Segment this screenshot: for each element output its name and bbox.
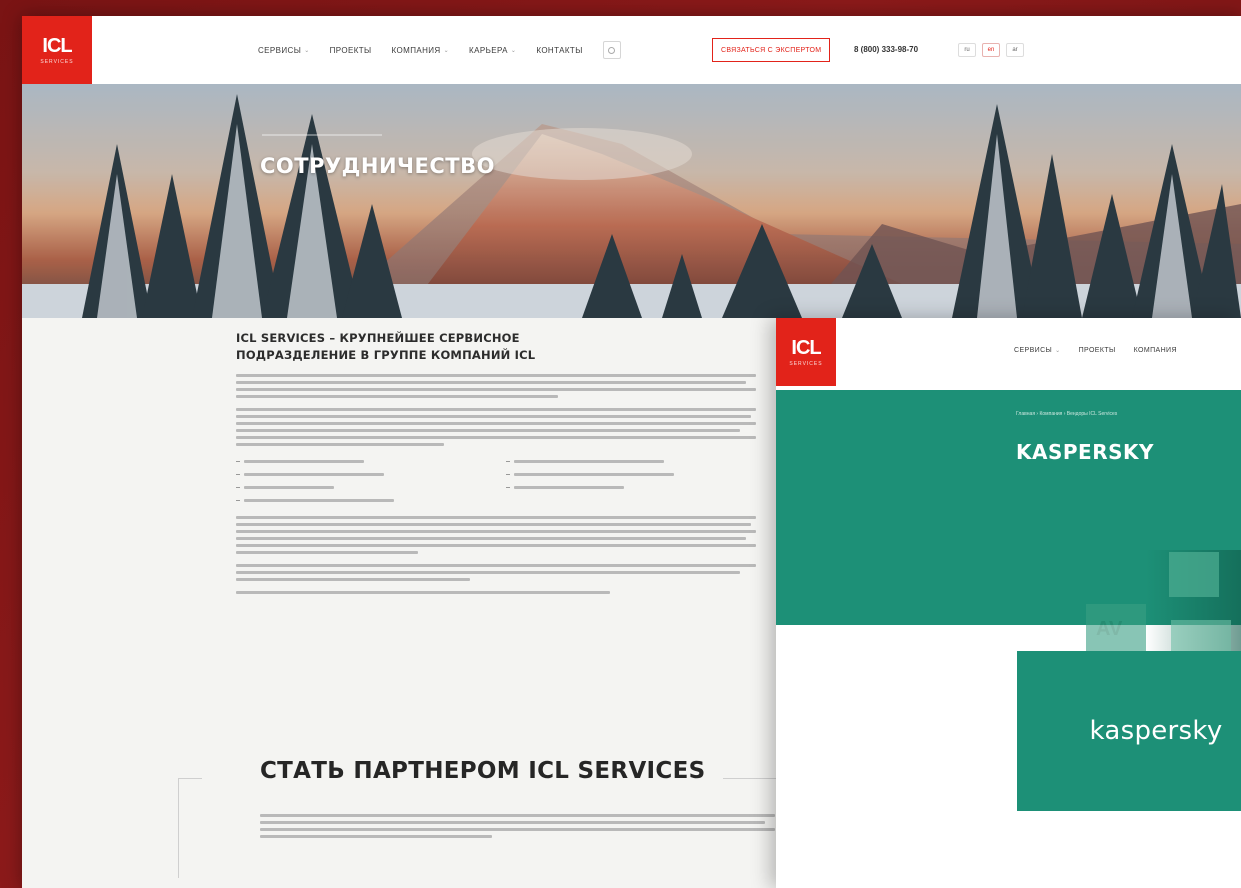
nav-label: КОМПАНИЯ bbox=[1133, 347, 1177, 354]
nav-item-company[interactable]: КОМПАНИЯ bbox=[1134, 347, 1177, 354]
page-title: СОТРУДНИЧЕСТВО bbox=[260, 154, 495, 178]
paragraph bbox=[236, 516, 756, 554]
nav-item-services[interactable]: СЕРВИСЫ ⌄ bbox=[1014, 347, 1061, 354]
paragraph bbox=[236, 408, 756, 446]
icl-logo[interactable]: ICL SERVICES bbox=[776, 318, 836, 386]
section-heading: ICL SERVICES – КРУПНЕЙШЕЕ СЕРВИСНОЕ ПОДР… bbox=[236, 330, 756, 364]
site-header: ICL SERVICES СЕРВИСЫ ⌄ ПРОЕКТЫ КОМПАНИЯ … bbox=[22, 16, 1241, 84]
list-item bbox=[506, 460, 756, 463]
logo-mark: ICL bbox=[42, 34, 72, 57]
list-item bbox=[506, 473, 756, 476]
vendor-hero-banner: AV bbox=[776, 390, 1241, 695]
list-item bbox=[236, 473, 486, 476]
nav-item-projects[interactable]: ПРОЕКТЫ bbox=[330, 46, 372, 55]
divider bbox=[723, 778, 778, 779]
bullet-list bbox=[236, 460, 756, 502]
nav-label: СЕРВИСЫ bbox=[258, 45, 302, 55]
search-icon bbox=[608, 46, 616, 54]
contact-expert-button[interactable]: СВЯЗАТЬСЯ С ЭКСПЕРТОМ bbox=[712, 38, 831, 62]
logo-subtitle: SERVICES bbox=[789, 360, 823, 367]
heading-line: ПОДРАЗДЕЛЕНИЕ В ГРУППЕ КОМПАНИЙ ICL bbox=[236, 348, 536, 362]
nav-item-services[interactable]: СЕРВИСЫ ⌄ bbox=[258, 46, 310, 55]
breadcrumb bbox=[262, 134, 382, 136]
list-item bbox=[506, 486, 756, 489]
chevron-down-icon: ⌄ bbox=[510, 47, 517, 54]
nav-item-projects[interactable]: ПРОЕКТЫ bbox=[1079, 347, 1116, 354]
main-content: ICL SERVICES – КРУПНЕЙШЕЕ СЕРВИСНОЕ ПОДР… bbox=[236, 330, 756, 598]
lang-ar[interactable]: ar bbox=[1006, 43, 1024, 57]
nav-label: КАРЬЕРА bbox=[469, 45, 508, 55]
lang-en[interactable]: en bbox=[982, 43, 1000, 57]
nav-item-contacts[interactable]: КОНТАКТЫ bbox=[536, 46, 582, 55]
hero-banner: СОТРУДНИЧЕСТВО bbox=[22, 84, 1241, 318]
partner-section: СТАТЬ ПАРТНЕРОМ ICL SERVICES bbox=[178, 758, 778, 878]
page-title: KASPERSKY bbox=[1016, 440, 1154, 464]
nav-label: СЕРВИСЫ bbox=[1014, 347, 1053, 354]
phone-number[interactable]: 8 (800) 333-98-70 bbox=[854, 45, 918, 54]
breadcrumb[interactable]: Главная › Компания › Вендоры ICL Service… bbox=[1016, 411, 1117, 417]
paragraph bbox=[236, 591, 756, 594]
logo-mark: ICL bbox=[791, 336, 821, 359]
nav-item-career[interactable]: КАРЬЕРА ⌄ bbox=[469, 46, 516, 55]
winter-landscape-image bbox=[22, 84, 1241, 318]
nav-label: ПРОЕКТЫ bbox=[1078, 347, 1116, 354]
nav-label: ПРОЕКТЫ bbox=[329, 45, 372, 55]
nav-label: КОНТАКТЫ bbox=[536, 45, 583, 55]
logo-subtitle: SERVICES bbox=[40, 58, 74, 65]
heading-line: ICL SERVICES – КРУПНЕЙШЕЕ СЕРВИСНОЕ bbox=[236, 331, 520, 345]
icl-logo[interactable]: ICL SERVICES bbox=[22, 16, 92, 84]
kaspersky-logo-tile: kaspersky bbox=[1017, 651, 1241, 811]
list-item bbox=[236, 499, 486, 502]
site-header: ICL SERVICES СЕРВИСЫ ⌄ ПРОЕКТЫ КОМПАНИЯ bbox=[776, 318, 1241, 386]
language-switcher: ru en ar bbox=[958, 43, 1024, 57]
list-item bbox=[236, 486, 486, 489]
vendor-page-card: ICL SERVICES СЕРВИСЫ ⌄ ПРОЕКТЫ КОМПАНИЯ … bbox=[776, 318, 1241, 888]
decoration bbox=[1169, 552, 1219, 597]
av-mark: AV bbox=[1096, 618, 1123, 640]
nav-item-company[interactable]: КОМПАНИЯ ⌄ bbox=[392, 46, 450, 55]
main-nav: СЕРВИСЫ ⌄ ПРОЕКТЫ КОМПАНИЯ bbox=[1014, 347, 1177, 354]
chevron-down-icon: ⌄ bbox=[443, 47, 450, 54]
partner-title: СТАТЬ ПАРТНЕРОМ ICL SERVICES bbox=[260, 758, 706, 784]
search-button[interactable] bbox=[602, 41, 621, 59]
partner-paragraph bbox=[260, 814, 775, 842]
nav-label: КОМПАНИЯ bbox=[391, 45, 441, 55]
paragraph bbox=[236, 374, 756, 398]
main-nav: СЕРВИСЫ ⌄ ПРОЕКТЫ КОМПАНИЯ ⌄ КАРЬЕРА ⌄ К… bbox=[258, 16, 621, 84]
chevron-down-icon: ⌄ bbox=[1055, 348, 1061, 354]
paragraph bbox=[236, 564, 756, 581]
lang-ru[interactable]: ru bbox=[958, 43, 976, 57]
frame-decoration bbox=[178, 778, 202, 878]
kaspersky-wordmark: kaspersky bbox=[1089, 716, 1223, 746]
chevron-down-icon: ⌄ bbox=[304, 47, 310, 54]
list-item bbox=[236, 460, 486, 463]
